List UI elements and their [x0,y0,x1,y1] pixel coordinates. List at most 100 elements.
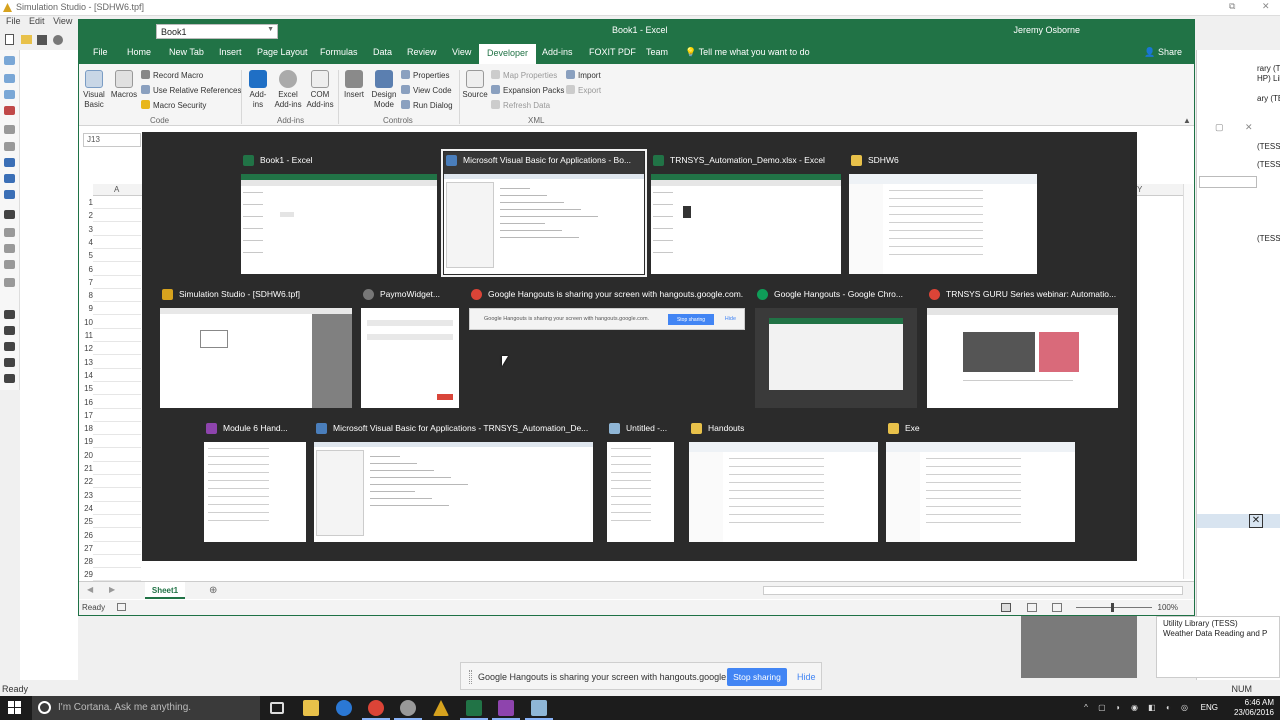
row-header[interactable]: 20 [79,451,93,460]
sheet-tab-sheet1[interactable]: Sheet1 [145,582,185,599]
switcher-window[interactable]: Simulation Studio - [SDHW6.tpf] [160,286,352,408]
row-header[interactable]: 8 [79,291,93,300]
switcher-window[interactable]: Microsoft Visual Basic for Applications … [441,149,647,277]
row-header[interactable]: 12 [79,344,93,353]
zoom-level[interactable]: 100% [1158,603,1178,612]
delete-tool-icon[interactable] [4,125,15,134]
open-file-icon[interactable] [21,35,32,44]
relative-references-button[interactable]: Use Relative References [141,85,241,95]
menu-file[interactable]: File [6,16,21,26]
tab-file[interactable]: File [93,47,108,57]
refresh-data-button[interactable]: Refresh Data [491,100,550,110]
pointer-tool-icon[interactable] [4,56,15,65]
tab-home[interactable]: Home [127,47,151,57]
text-tool-icon[interactable] [4,210,15,219]
simulation-studio-taskbar-icon[interactable] [433,700,449,716]
close-icon[interactable]: ✕ [1262,1,1270,12]
row-header[interactable]: 15 [79,384,93,393]
normal-view-icon[interactable] [1001,603,1011,612]
page-layout-view-icon[interactable] [1027,603,1037,612]
row-header[interactable]: 5 [79,251,93,260]
vertical-scrollbar[interactable] [1183,184,1193,579]
switcher-window[interactable]: Module 6 Hand... [204,420,306,542]
tab-add-ins[interactable]: Add-ins [542,47,573,57]
switcher-window[interactable]: PaymoWidget... [361,286,459,408]
row-header[interactable]: 21 [79,464,93,473]
switcher-window[interactable]: Google Hangouts is sharing your screen w… [469,286,745,330]
row-header[interactable]: 1 [79,198,93,207]
chrome-icon[interactable] [362,700,390,720]
print-tool-icon[interactable] [4,374,15,383]
macros-button[interactable]: Macros [109,70,139,100]
source-button[interactable]: Source [461,70,489,100]
zoom-tool-icon[interactable] [4,90,15,99]
run-icon[interactable] [53,35,63,45]
sheet-nav-left-icon[interactable]: ◀ [87,585,93,594]
grid-tool-icon[interactable] [4,244,15,253]
import-button[interactable]: Import [566,70,601,80]
excel-icon[interactable] [460,700,488,720]
switcher-window[interactable]: Exe [886,420,1075,542]
hand-tool-icon[interactable] [4,74,15,83]
switcher-window[interactable]: SDHW6 [849,152,1037,274]
zoom-slider-thumb[interactable] [1111,603,1114,612]
scissors-tool-icon[interactable] [4,342,15,351]
switcher-window[interactable]: Untitled -... [607,420,674,542]
right-panel-restore-icon[interactable]: ▢ [1215,122,1224,133]
row-header[interactable]: 22 [79,477,93,486]
macro-record-icon[interactable] [117,603,126,611]
connect-tool-icon[interactable] [4,174,15,183]
stop-sharing-button[interactable]: Stop sharing [727,668,787,686]
notepad-icon[interactable] [525,700,553,720]
hide-sharing-bar-button[interactable]: Hide [797,672,816,682]
new-file-icon[interactable] [5,34,14,45]
row-header[interactable]: 28 [79,557,93,566]
tab-page-layout[interactable]: Page Layout [257,47,308,57]
switcher-window[interactable]: TRNSYS_Automation_Demo.xlsx - Excel [651,152,841,274]
sheet-nav-right-icon[interactable]: ▶ [109,585,115,594]
layout-tool-icon[interactable] [4,228,15,237]
row-header[interactable]: 16 [79,398,93,407]
right-panel-close-x-icon[interactable]: ✕ [1249,514,1263,528]
run-dialog-button[interactable]: Run Dialog [401,100,453,110]
drag-handle-icon[interactable] [469,670,472,684]
row-header[interactable]: 14 [79,371,93,380]
zoom-slider[interactable] [1076,607,1152,608]
cortana-search-box[interactable]: I'm Cortana. Ask me anything. [32,696,260,720]
paymo-icon[interactable] [394,700,422,720]
design-mode-button[interactable]: Design Mode [369,70,399,110]
tab-insert[interactable]: Insert [219,47,242,57]
workbook-name-dropdown[interactable]: Book1 ▼ [156,24,278,39]
task-view-icon[interactable] [270,702,284,714]
row-header[interactable]: 6 [79,265,93,274]
group-tool-icon[interactable] [4,278,15,287]
link-tool-icon[interactable] [4,158,15,167]
row-header[interactable]: 11 [79,331,93,340]
row-header[interactable]: 7 [79,278,93,287]
menu-view[interactable]: View [53,16,72,26]
input-language[interactable]: ENG [1201,703,1218,712]
row-header[interactable]: 19 [79,437,93,446]
tab-new-tab[interactable]: New Tab [169,47,204,57]
row-header[interactable]: 3 [79,225,93,234]
windows-start-icon[interactable] [8,701,22,715]
order-tool-icon[interactable] [4,260,15,269]
restore-icon[interactable]: ⧉ [1229,1,1235,12]
share-button[interactable]: 👤 Share [1144,47,1182,58]
file-explorer-icon[interactable] [303,700,319,716]
row-header[interactable]: 2 [79,211,93,220]
horizontal-scrollbar[interactable] [763,586,1183,595]
row-header[interactable]: 26 [79,531,93,540]
save-file-icon[interactable] [37,35,47,45]
tab-developer[interactable]: Developer [479,44,537,64]
library-item-utility[interactable]: Utility Library (TESS) [1163,619,1238,628]
switcher-window[interactable]: TRNSYS GURU Series webinar: Automatio... [927,286,1118,408]
export-button[interactable]: Export [566,85,601,95]
menu-edit[interactable]: Edit [29,16,45,26]
document-tool-icon[interactable] [4,310,15,319]
tab-review[interactable]: Review [407,47,437,57]
name-box[interactable]: J13 [83,133,141,147]
switcher-window[interactable]: Handouts [689,420,878,542]
clock[interactable]: 6:46 AM 23/06/2016 [1224,698,1274,718]
com-add-ins-button[interactable]: COM Add-ins [305,70,335,110]
